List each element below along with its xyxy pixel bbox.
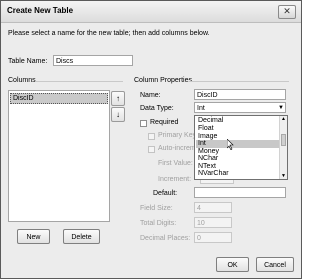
decimal-places-input[interactable]: 0 <box>194 232 232 243</box>
window-title: Create New Table <box>7 6 74 15</box>
arrow-up-icon: ↑ <box>116 94 120 103</box>
list-item[interactable]: DiscID <box>10 93 108 104</box>
move-down-button[interactable]: ↓ <box>111 107 125 122</box>
increment-label: Increment: <box>158 176 192 183</box>
required-checkbox[interactable] <box>140 120 147 127</box>
close-icon: ✕ <box>283 6 291 16</box>
properties-divider <box>189 81 289 82</box>
columns-divider <box>35 81 123 82</box>
instruction-text: Please select a name for the new table; … <box>8 30 210 37</box>
data-type-value: Int <box>197 105 205 112</box>
default-label: Default: <box>153 190 178 197</box>
decimal-places-label: Decimal Places: <box>140 235 191 242</box>
primary-key-checkbox[interactable] <box>148 133 155 140</box>
close-button[interactable]: ✕ <box>278 5 296 19</box>
scroll-thumb[interactable] <box>281 134 286 146</box>
ok-button[interactable]: OK <box>216 257 249 272</box>
column-name-input[interactable]: DiscID <box>194 89 286 100</box>
data-type-select[interactable]: Int ▼ <box>194 102 286 113</box>
delete-column-button[interactable]: Delete <box>63 229 100 244</box>
field-size-input[interactable]: 4 <box>194 202 232 213</box>
table-name-input[interactable]: Discs <box>53 55 133 66</box>
chevron-down-icon: ▼ <box>278 105 284 111</box>
title-bar: Create New Table ✕ <box>1 1 301 23</box>
create-table-dialog: Create New Table ✕ Please select a name … <box>0 0 302 279</box>
required-label: Required <box>150 119 179 126</box>
columns-list[interactable]: DiscID <box>8 90 110 222</box>
new-column-button[interactable]: New <box>17 229 50 244</box>
field-size-label: Field Size: <box>140 205 173 212</box>
dropdown-option[interactable]: NChar <box>196 155 280 163</box>
dropdown-scrollbar[interactable]: ▲ ▼ <box>279 116 287 179</box>
cancel-button[interactable]: Cancel <box>256 257 294 272</box>
column-properties-label: Column Properties <box>134 77 192 84</box>
dropdown-option[interactable]: NVarChar <box>196 170 280 178</box>
dropdown-option[interactable]: Float <box>196 125 280 133</box>
data-type-label: Data Type: <box>140 105 174 112</box>
total-digits-input[interactable]: 10 <box>194 217 232 228</box>
dropdown-option[interactable]: Decimal <box>196 117 280 125</box>
table-name-label: Table Name: <box>8 58 48 65</box>
dropdown-option-selected[interactable]: Int <box>196 140 280 148</box>
move-up-button[interactable]: ↑ <box>111 91 125 106</box>
total-digits-label: Total Digits: <box>140 220 177 227</box>
first-value-label: First Value: <box>158 160 193 167</box>
default-input[interactable] <box>194 187 286 198</box>
arrow-down-icon: ↓ <box>116 110 120 119</box>
list-item-label: DiscID <box>13 95 34 102</box>
auto-increment-checkbox[interactable] <box>148 146 155 153</box>
scroll-down-icon[interactable]: ▼ <box>280 173 287 179</box>
name-label: Name: <box>140 92 161 99</box>
columns-group-label: Columns <box>8 77 36 84</box>
data-type-dropdown-list[interactable]: Decimal Float Image Int Money NChar NTex… <box>194 115 288 180</box>
scroll-up-icon[interactable]: ▲ <box>280 116 287 122</box>
mouse-pointer-icon <box>227 139 234 150</box>
primary-key-label: Primary Key <box>158 132 197 139</box>
